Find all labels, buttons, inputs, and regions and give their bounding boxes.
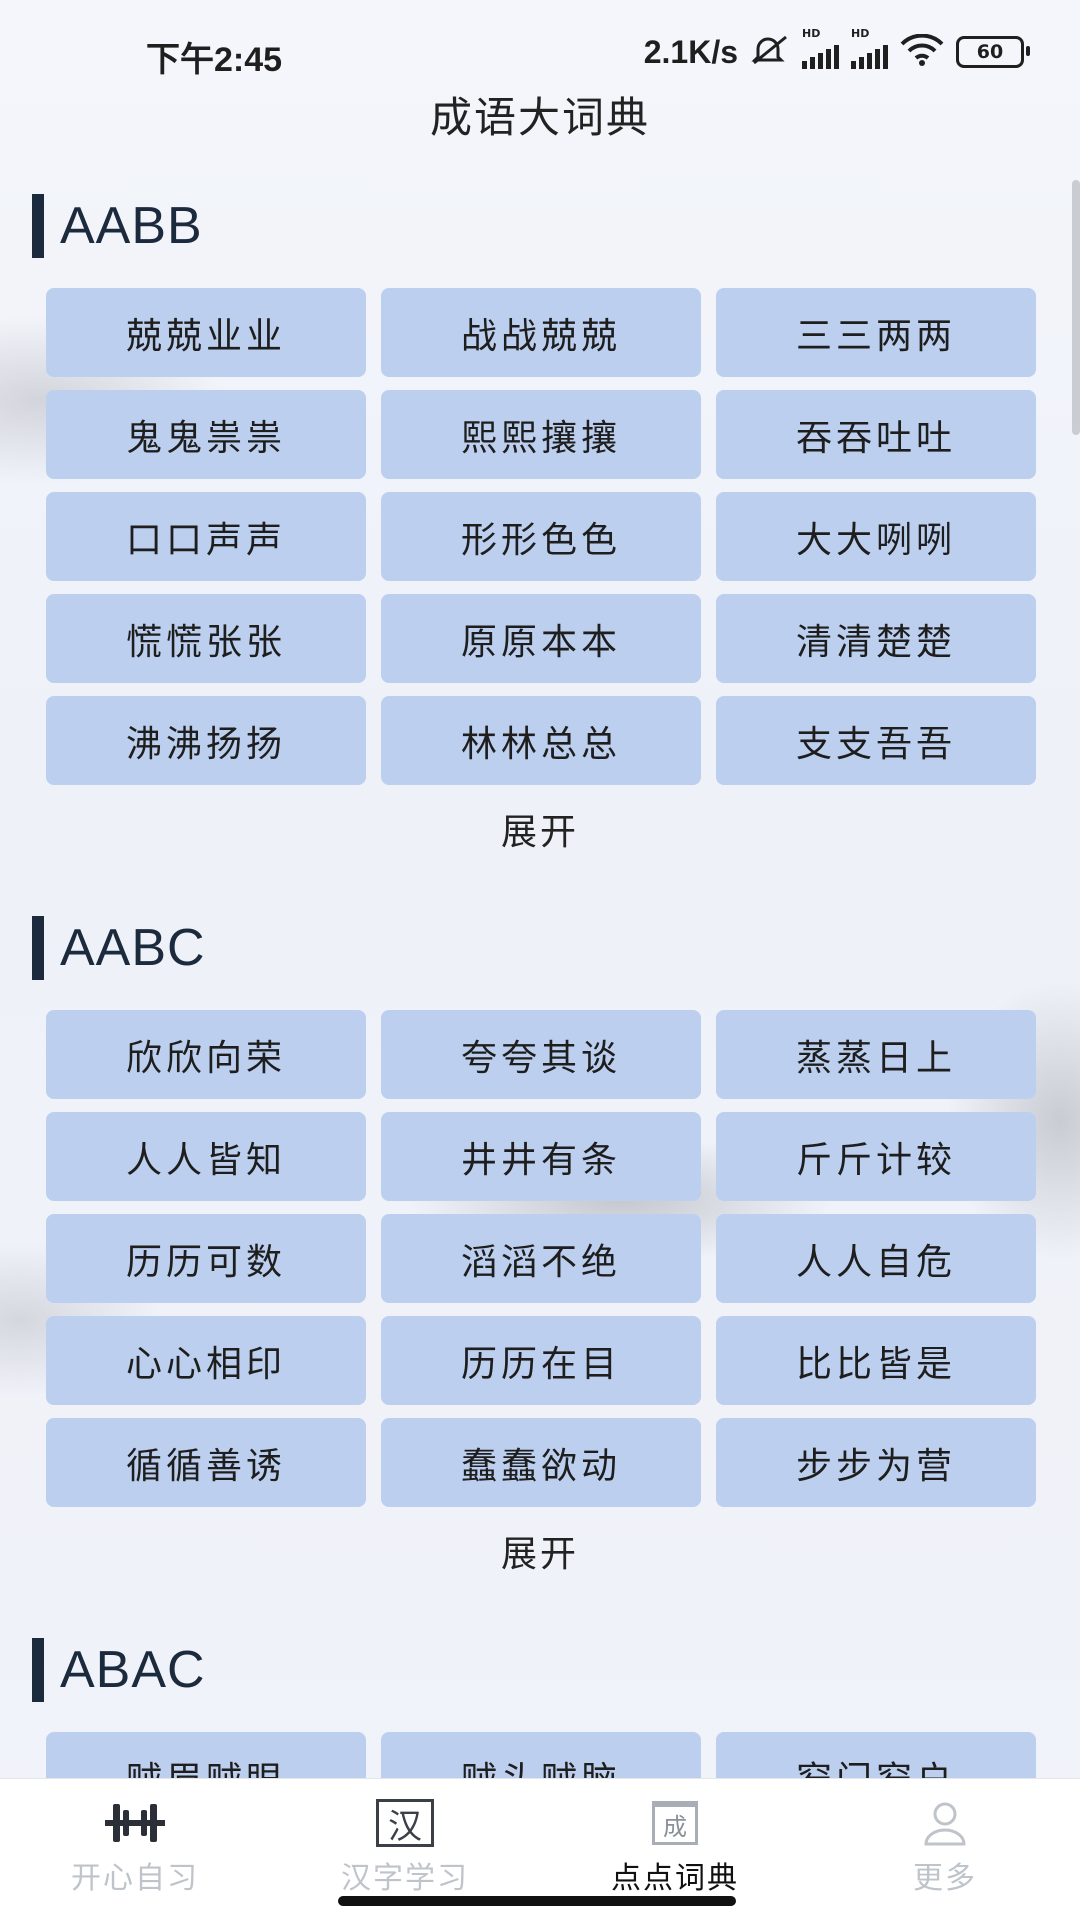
idiom-chip[interactable]: 支支吾吾: [716, 696, 1036, 785]
section-marker: [32, 1638, 44, 1702]
signal-2-icon: HD: [851, 27, 888, 69]
idiom-chip[interactable]: 历历在目: [381, 1316, 701, 1405]
section-title: AABB: [60, 197, 203, 255]
battery-icon: 60: [956, 36, 1030, 68]
section-abac: ABAC 贼眉贼眼 贼头贼脑 窄门窄户: [0, 1638, 1080, 1778]
idiom-chip[interactable]: 循循善诱: [46, 1418, 366, 1507]
section-header: ABAC: [32, 1638, 1080, 1702]
idiom-chip[interactable]: 夸夸其谈: [381, 1010, 701, 1099]
idiom-chip[interactable]: 吞吞吐吐: [716, 390, 1036, 479]
idiom-chip[interactable]: 蠢蠢欲动: [381, 1418, 701, 1507]
idiom-chip[interactable]: 滔滔不绝: [381, 1214, 701, 1303]
tab-label: 开心自习: [71, 1861, 199, 1896]
page-title: 成语大词典: [429, 93, 650, 142]
status-time: 下午2:45: [146, 41, 283, 79]
idiom-chip[interactable]: 贼头贼脑: [381, 1732, 701, 1778]
idiom-chip[interactable]: 贼眉贼眼: [46, 1732, 366, 1778]
home-indicator[interactable]: [338, 1896, 736, 1906]
tab-label: 点点词典: [611, 1861, 739, 1896]
idiom-chip[interactable]: 清清楚楚: [716, 594, 1036, 683]
section-title: ABAC: [60, 1641, 206, 1699]
idiom-chip[interactable]: 窄门窄户: [716, 1732, 1036, 1778]
mute-icon: [750, 33, 790, 71]
idiom-grid: 贼眉贼眼 贼头贼脑 窄门窄户: [46, 1732, 1036, 1778]
section-marker: [32, 194, 44, 258]
idiom-chip[interactable]: 形形色色: [381, 492, 701, 581]
expand-button-aabc[interactable]: 展开: [0, 1525, 1080, 1575]
tab-label: 更多: [913, 1861, 977, 1896]
idiom-chip[interactable]: 口口声声: [46, 492, 366, 581]
expand-button-aabb[interactable]: 展开: [0, 803, 1080, 853]
section-aabc: AABC 欣欣向荣 夸夸其谈 蒸蒸日上 人人皆知 井井有条 斤斤计较 历历可数 …: [0, 916, 1080, 1624]
idiom-chip[interactable]: 沸沸扬扬: [46, 696, 366, 785]
signal-1-icon: HD: [802, 27, 839, 69]
status-icons: 2.1K/s HD HD 60: [643, 27, 1030, 72]
idiom-grid: 兢兢业业 战战兢兢 三三两两 鬼鬼祟祟 熙熙攘攘 吞吞吐吐 口口声声 形形色色 …: [46, 288, 1036, 785]
idiom-chip[interactable]: 井井有条: [381, 1112, 701, 1201]
section-title: AABC: [60, 919, 206, 977]
idiom-chip[interactable]: 兢兢业业: [46, 288, 366, 377]
barbell-icon: [103, 1797, 167, 1849]
idiom-chip[interactable]: 斤斤计较: [716, 1112, 1036, 1201]
hanzi-card-icon: 汉: [376, 1797, 434, 1849]
idiom-chip[interactable]: 三三两两: [716, 288, 1036, 377]
idiom-chip[interactable]: 慌慌张张: [46, 594, 366, 683]
idiom-chip[interactable]: 人人自危: [716, 1214, 1036, 1303]
idiom-chip[interactable]: 林林总总: [381, 696, 701, 785]
section-header: AABB: [32, 194, 1080, 258]
section-marker: [32, 916, 44, 980]
section-header: AABC: [32, 916, 1080, 980]
idiom-chip[interactable]: 历历可数: [46, 1214, 366, 1303]
idiom-chip[interactable]: 比比皆是: [716, 1316, 1036, 1405]
idiom-chip[interactable]: 蒸蒸日上: [716, 1010, 1036, 1099]
idiom-chip[interactable]: 战战兢兢: [381, 288, 701, 377]
user-icon: [922, 1797, 968, 1849]
idiom-list[interactable]: AABB 兢兢业业 战战兢兢 三三两两 鬼鬼祟祟 熙熙攘攘 吞吞吐吐 口口声声 …: [0, 180, 1080, 1778]
idiom-chip[interactable]: 欣欣向荣: [46, 1010, 366, 1099]
idiom-chip[interactable]: 大大咧咧: [716, 492, 1036, 581]
tab-label: 汉字学习: [341, 1861, 469, 1896]
section-aabb: AABB 兢兢业业 战战兢兢 三三两两 鬼鬼祟祟 熙熙攘攘 吞吞吐吐 口口声声 …: [0, 194, 1080, 902]
idiom-chip[interactable]: 原原本本: [381, 594, 701, 683]
idiom-chip[interactable]: 步步为营: [716, 1418, 1036, 1507]
idiom-chip[interactable]: 心心相印: [46, 1316, 366, 1405]
idiom-chip[interactable]: 鬼鬼祟祟: [46, 390, 366, 479]
network-speed: 2.1K/s: [643, 33, 738, 70]
idiom-chip[interactable]: 人人皆知: [46, 1112, 366, 1201]
idiom-grid: 欣欣向荣 夸夸其谈 蒸蒸日上 人人皆知 井井有条 斤斤计较 历历可数 滔滔不绝 …: [46, 1010, 1036, 1507]
idiom-chip[interactable]: 熙熙攘攘: [381, 390, 701, 479]
tab-self-study[interactable]: 开心自习: [0, 1779, 270, 1920]
wifi-icon: [900, 33, 944, 70]
idiom-card-icon: 成: [652, 1797, 698, 1849]
tab-more[interactable]: 更多: [810, 1779, 1080, 1920]
